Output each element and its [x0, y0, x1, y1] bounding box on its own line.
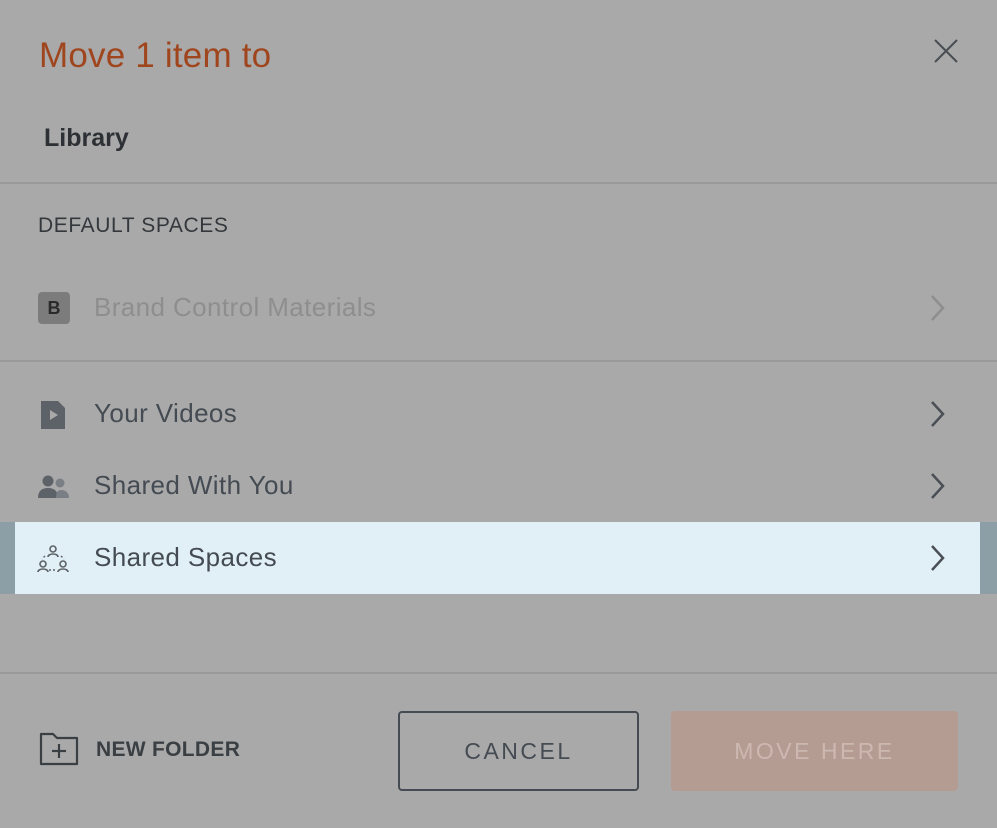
selection-edge [0, 522, 15, 594]
folder-plus-icon [39, 732, 79, 766]
list-item-label: Brand Control Materials [94, 292, 377, 322]
list-item-label: Shared Spaces [94, 542, 277, 572]
move-dialog: Move 1 item to Library DEFAULT SPACES B … [0, 0, 997, 828]
divider [0, 672, 997, 674]
list-item-label: Your Videos [94, 398, 238, 428]
dialog-title: Move 1 item to [39, 36, 272, 75]
list-item-brand-control-materials: B Brand Control Materials [0, 272, 997, 344]
new-folder-button[interactable]: NEW FOLDER [38, 728, 278, 772]
divider [0, 360, 997, 362]
section-label: DEFAULT SPACES [38, 214, 229, 237]
selection-edge [980, 522, 997, 594]
list-item-shared-with-you[interactable]: Shared With You [0, 450, 997, 522]
space-badge: B [38, 292, 70, 324]
video-file-icon [41, 401, 65, 429]
shared-spaces-icon [37, 545, 69, 573]
list-item-label: Shared With You [94, 470, 294, 500]
chevron-right-icon [931, 473, 945, 499]
new-folder-label: NEW FOLDER [96, 738, 241, 761]
close-icon[interactable] [930, 35, 962, 67]
divider [0, 182, 997, 184]
breadcrumb[interactable]: Library [44, 124, 129, 153]
cancel-button[interactable]: CANCEL [398, 711, 639, 791]
list-item-your-videos[interactable]: Your Videos [0, 378, 997, 450]
list-item-shared-spaces[interactable]: Shared Spaces [15, 522, 980, 594]
move-here-button[interactable]: MOVE HERE [671, 711, 958, 791]
chevron-right-icon [931, 295, 945, 321]
users-icon [38, 475, 69, 498]
chevron-right-icon [931, 545, 945, 571]
chevron-right-icon [931, 401, 945, 427]
